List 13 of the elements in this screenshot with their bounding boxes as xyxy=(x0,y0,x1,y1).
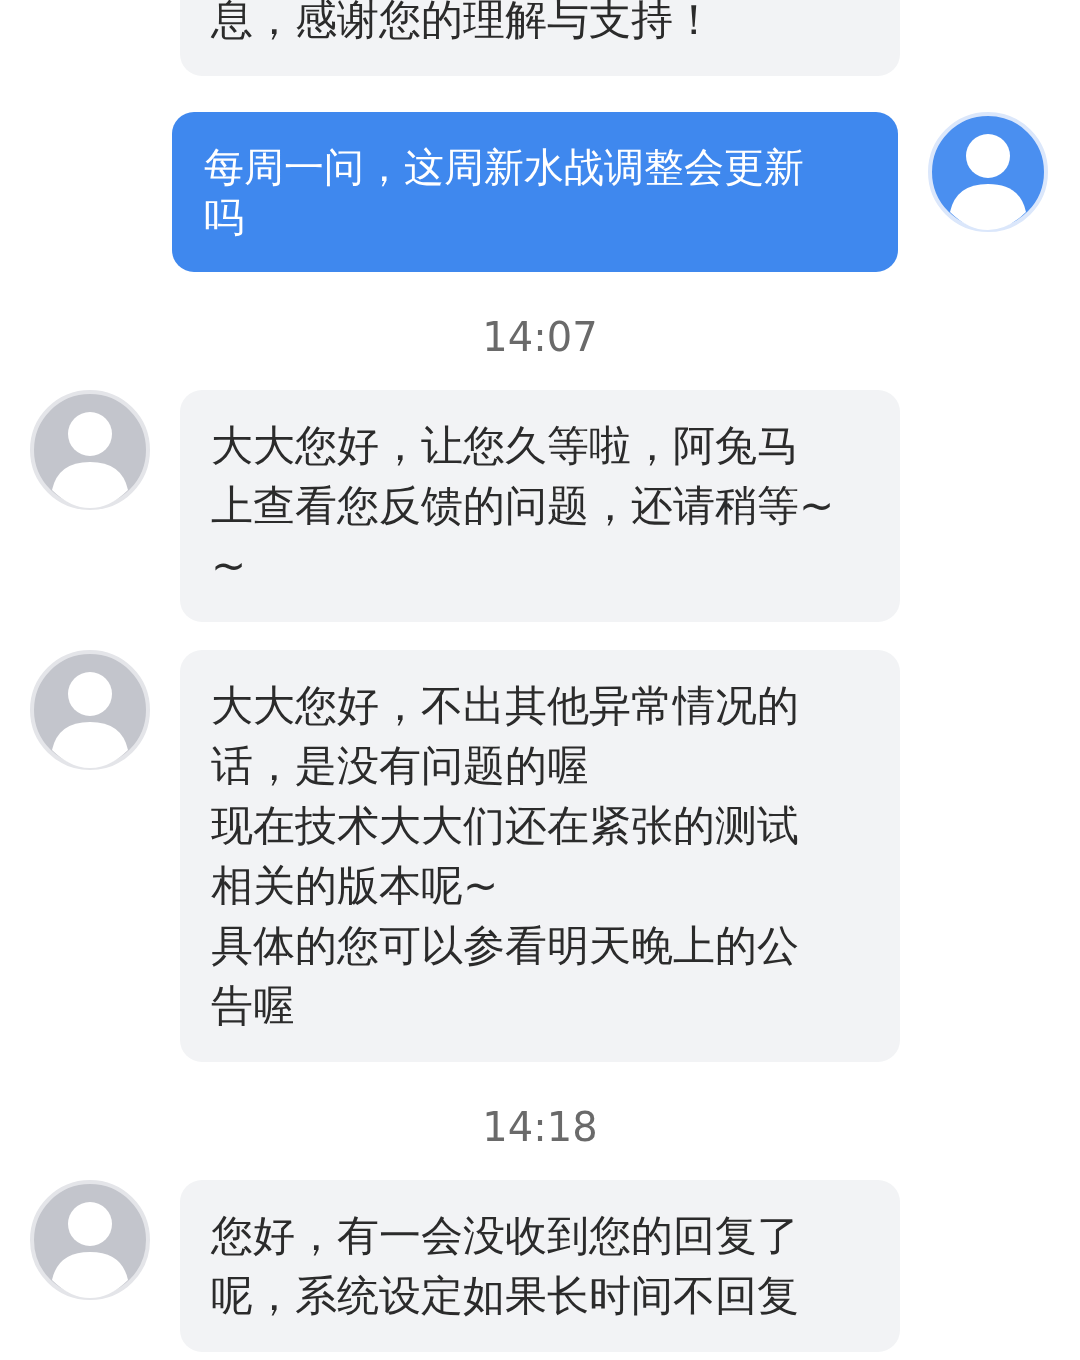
timestamp: 14:07 xyxy=(482,313,598,362)
avatar-icon[interactable] xyxy=(30,1180,150,1300)
avatar-icon[interactable] xyxy=(928,112,1048,232)
timestamp: 14:18 xyxy=(482,1103,598,1152)
message-text: 大大您好，让您久等啦，阿兔马上查看您反馈的问题，还请稍等~~ xyxy=(211,420,836,592)
avatar-icon[interactable] xyxy=(30,390,150,510)
message-text: 具体的您可以参看明天晚上的公告喔 xyxy=(211,920,800,1032)
message-text: 您好，有一会没收到您的回复了呢，系统设定如果长时间不回复 xyxy=(211,1210,800,1322)
avatar-icon[interactable] xyxy=(30,650,150,770)
message-text: 息，感谢您的理解与支持！ xyxy=(211,0,716,46)
message-text: 现在技术大大们还在紧张的测试相关的版本呢~ xyxy=(211,800,800,912)
message-text: 大大您好，不出其他异常情况的话，是没有问题的喔 xyxy=(211,680,800,792)
message-text: 每周一问，这周新水战调整会更新吗 xyxy=(204,143,805,242)
